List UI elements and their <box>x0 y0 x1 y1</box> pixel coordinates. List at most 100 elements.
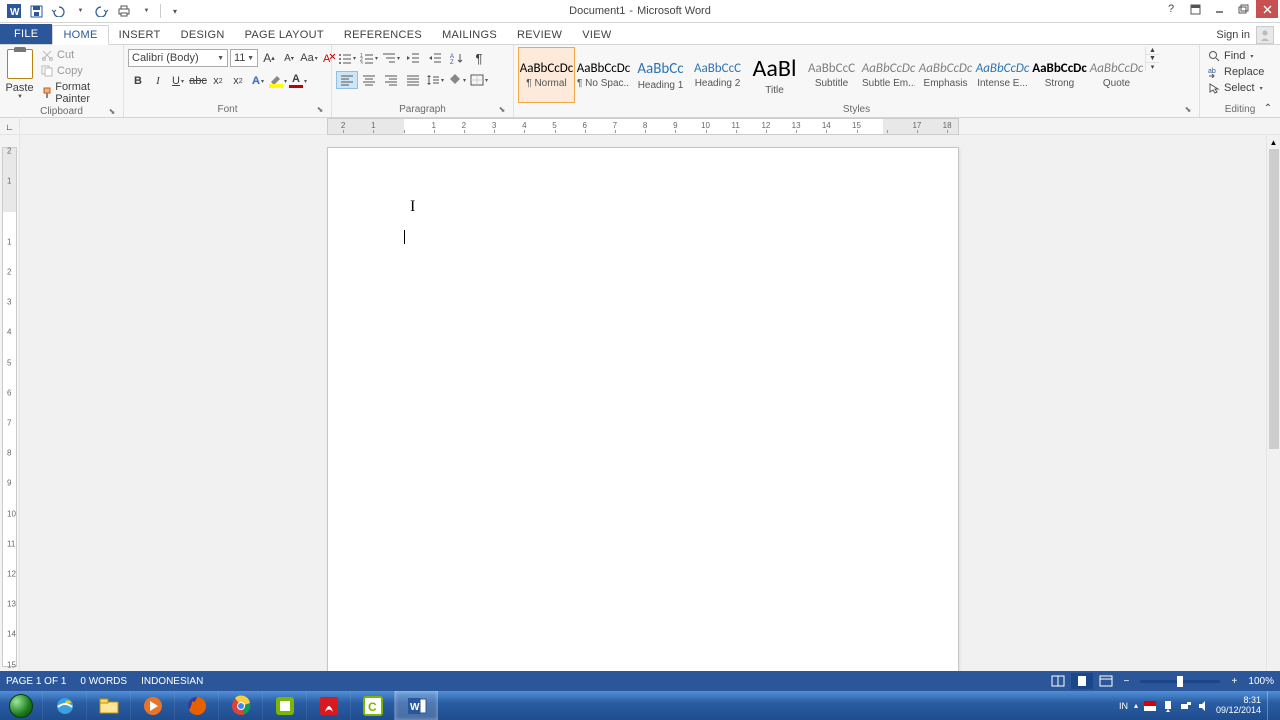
taskbar-app[interactable]: C <box>350 691 394 720</box>
paste-button[interactable]: Paste ▼ <box>4 47 35 100</box>
tray-action-center-icon[interactable] <box>1162 700 1174 712</box>
clipboard-dialog-launcher[interactable]: ⬊ <box>107 107 117 117</box>
undo-dropdown[interactable]: ▼ <box>70 2 90 20</box>
styles-dialog-launcher[interactable]: ⬊ <box>1183 105 1193 115</box>
font-color-button[interactable]: A▾ <box>288 71 308 91</box>
tray-network-icon[interactable] <box>1180 700 1192 712</box>
scroll-thumb[interactable] <box>1269 149 1279 449</box>
tray-volume-icon[interactable] <box>1198 700 1210 712</box>
style-subtle-em-[interactable]: AaBbCcDcSubtle Em... <box>860 47 917 103</box>
show-marks-button[interactable]: ¶ <box>468 49 490 67</box>
highlight-button[interactable]: ▾ <box>268 71 288 91</box>
collapse-ribbon-icon[interactable]: ⌃ <box>1260 101 1276 115</box>
format-painter-button[interactable]: Format Painter <box>39 80 119 106</box>
taskbar-acrobat[interactable] <box>306 691 350 720</box>
borders-button[interactable]: ▾ <box>468 71 490 89</box>
change-case-button[interactable]: Aa▾ <box>300 49 318 67</box>
web-layout-button[interactable] <box>1095 673 1117 689</box>
style-strong[interactable]: AaBbCcDcStrong <box>1031 47 1088 103</box>
styles-scroll-down[interactable]: ▼ <box>1146 55 1159 63</box>
vertical-scrollbar[interactable]: ▲ ▼ <box>1266 135 1280 691</box>
style--no-spac-[interactable]: AaBbCcDc¶ No Spac... <box>575 47 632 103</box>
grow-font-button[interactable]: A▴ <box>260 49 278 67</box>
horizontal-ruler[interactable]: 211234567891011121314151718 <box>327 118 959 135</box>
show-desktop-button[interactable] <box>1267 691 1276 720</box>
taskbar-media[interactable] <box>130 691 174 720</box>
page-status[interactable]: PAGE 1 OF 1 <box>6 676 66 687</box>
read-mode-button[interactable] <box>1047 673 1069 689</box>
tab-view[interactable]: VIEW <box>572 26 621 44</box>
tab-file[interactable]: FILE <box>0 24 52 44</box>
align-left-button[interactable] <box>336 71 358 89</box>
style-heading-1[interactable]: AaBbCcHeading 1 <box>632 47 689 103</box>
taskbar-explorer[interactable] <box>86 691 130 720</box>
justify-button[interactable] <box>402 71 424 89</box>
italic-button[interactable]: I <box>148 71 168 91</box>
font-size-combo[interactable]: 11▼ <box>230 49 258 67</box>
word-count[interactable]: 0 WORDS <box>80 676 127 687</box>
align-right-button[interactable] <box>380 71 402 89</box>
tab-selector[interactable]: ∟ <box>0 118 20 135</box>
help-icon[interactable]: ? <box>1160 0 1182 18</box>
restore-icon[interactable] <box>1232 0 1254 18</box>
style-subtitle[interactable]: AaBbCcCSubtitle <box>803 47 860 103</box>
tray-lang[interactable]: IN <box>1119 701 1128 711</box>
underline-button[interactable]: U▾ <box>168 71 188 91</box>
superscript-button[interactable]: x2 <box>228 71 248 91</box>
font-name-combo[interactable]: Calibri (Body)▼ <box>128 49 228 67</box>
bullets-button[interactable]: ▾ <box>336 49 358 67</box>
text-effects-button[interactable]: A▾ <box>248 71 268 91</box>
tab-insert[interactable]: INSERT <box>109 26 171 44</box>
strikethrough-button[interactable]: abc <box>188 71 208 91</box>
start-button[interactable] <box>0 691 42 720</box>
zoom-thumb[interactable] <box>1177 676 1183 687</box>
taskbar-word[interactable]: W <box>394 691 438 720</box>
redo-icon[interactable] <box>92 2 112 20</box>
zoom-slider[interactable] <box>1140 680 1220 683</box>
qat-customize[interactable]: ▾ <box>165 2 185 20</box>
tab-home[interactable]: HOME <box>52 25 108 45</box>
numbering-button[interactable]: 123▾ <box>358 49 380 67</box>
align-center-button[interactable] <box>358 71 380 89</box>
line-spacing-button[interactable]: ▾ <box>424 71 446 89</box>
styles-scroll-up[interactable]: ▲ <box>1146 47 1159 55</box>
shading-button[interactable]: ▾ <box>446 71 468 89</box>
increase-indent-button[interactable] <box>424 49 446 67</box>
taskbar-chrome[interactable] <box>218 691 262 720</box>
close-icon[interactable] <box>1256 0 1278 18</box>
style-title[interactable]: AaBlTitle <box>746 47 803 103</box>
cut-button[interactable]: Cut <box>39 48 119 62</box>
bold-button[interactable]: B <box>128 71 148 91</box>
zoom-in-button[interactable]: + <box>1227 673 1241 689</box>
multilevel-list-button[interactable]: ▾ <box>380 49 402 67</box>
tray-clock[interactable]: 8:31 09/12/2014 <box>1216 696 1261 716</box>
replace-button[interactable]: abReplace <box>1204 65 1268 79</box>
ribbon-display-icon[interactable] <box>1184 0 1206 18</box>
paragraph-dialog-launcher[interactable]: ⬊ <box>497 105 507 115</box>
tab-design[interactable]: DESIGN <box>171 26 235 44</box>
find-button[interactable]: Find▾ <box>1204 49 1257 63</box>
taskbar-ie[interactable] <box>42 691 86 720</box>
shrink-font-button[interactable]: A▾ <box>280 49 298 67</box>
word-icon[interactable]: W <box>4 2 24 20</box>
sign-in[interactable]: Sign in <box>1216 26 1274 44</box>
taskbar-camtasia[interactable] <box>262 691 306 720</box>
qat-more-dropdown[interactable]: ▼ <box>136 2 156 20</box>
style--normal[interactable]: AaBbCcDc¶ Normal <box>518 47 575 103</box>
tab-references[interactable]: REFERENCES <box>334 26 432 44</box>
font-dialog-launcher[interactable]: ⬊ <box>315 105 325 115</box>
save-icon[interactable] <box>26 2 46 20</box>
minimize-icon[interactable] <box>1208 0 1230 18</box>
language-status[interactable]: INDONESIAN <box>141 676 203 687</box>
style-emphasis[interactable]: AaBbCcDcEmphasis <box>917 47 974 103</box>
quickprint-icon[interactable] <box>114 2 134 20</box>
tab-mailings[interactable]: MAILINGS <box>432 26 507 44</box>
sort-button[interactable]: AZ <box>446 49 468 67</box>
style-heading-2[interactable]: AaBbCcCHeading 2 <box>689 47 746 103</box>
scroll-up-icon[interactable]: ▲ <box>1267 135 1280 149</box>
undo-icon[interactable] <box>48 2 68 20</box>
style-intense-e-[interactable]: AaBbCcDcIntense E... <box>974 47 1031 103</box>
styles-more[interactable]: ▾ <box>1146 63 1159 71</box>
taskbar-firefox[interactable] <box>174 691 218 720</box>
select-button[interactable]: Select▾ <box>1204 81 1267 95</box>
